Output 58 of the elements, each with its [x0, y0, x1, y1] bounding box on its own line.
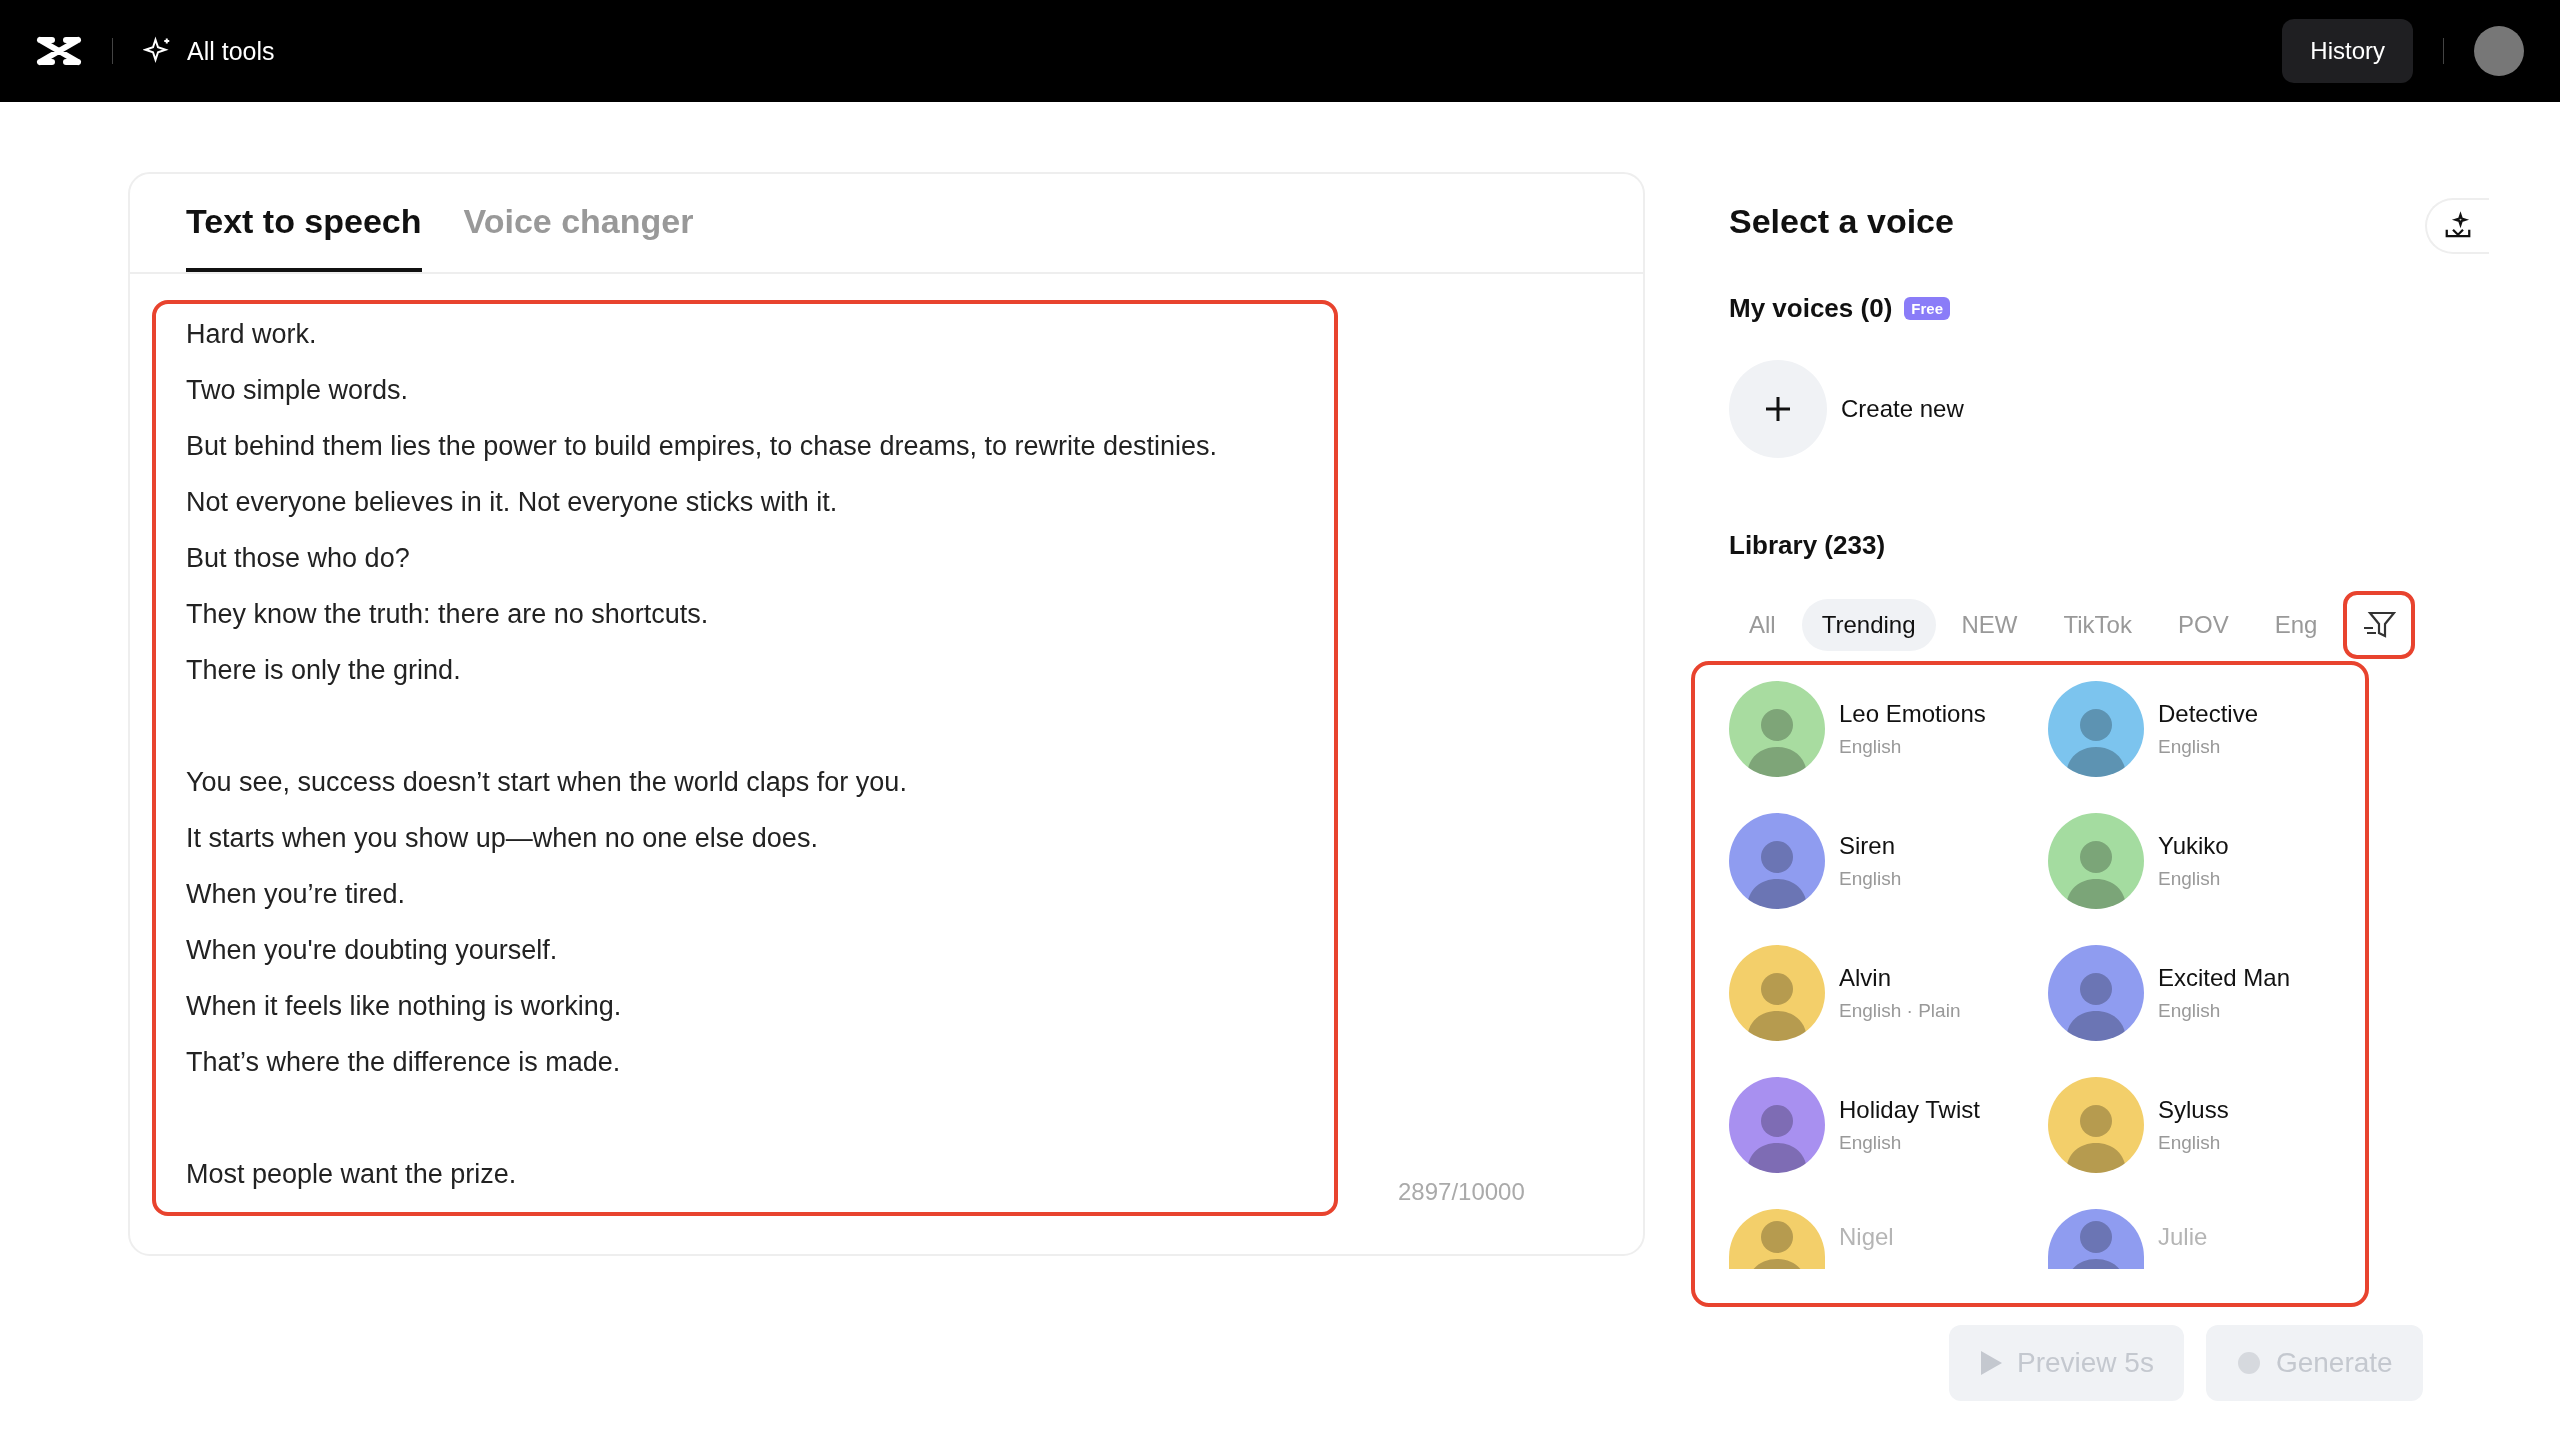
voice-language: English — [2158, 736, 2222, 758]
voice-name: Syluss — [2158, 1096, 2229, 1124]
text-line: There is only the grind. — [186, 654, 462, 687]
voice-item[interactable]: Syluss English — [2048, 1077, 2347, 1173]
text-line: Hard work. — [186, 318, 318, 351]
voice-language: English — [1839, 868, 1902, 890]
tab[interactable]: Text to speech — [186, 174, 422, 272]
text-line: It starts when you show up—when no one else does. — [186, 822, 819, 855]
text-line: When you're doubting yourself. — [186, 934, 559, 967]
voice-name: Excited Man — [2158, 964, 2291, 992]
logo-icon[interactable] — [36, 34, 82, 68]
create-new-label[interactable]: Create new — [1841, 395, 1964, 423]
text-input-area[interactable] — [152, 300, 1338, 1216]
voice-name: Alvin — [1839, 964, 1893, 992]
voice-item[interactable]: Detective English — [2048, 681, 2347, 777]
voice-language: English — [2158, 868, 2222, 890]
text-line: Not everyone believes in it. Not everyone sticks with it. — [186, 486, 839, 519]
voice-name: Holiday Twist — [1839, 1096, 1980, 1124]
panel-title: Select a voice — [1729, 202, 1955, 241]
voice-item[interactable]: Alvin English · Plain — [1729, 945, 2028, 1041]
voice-language: English — [2158, 1132, 2222, 1154]
text-line: But those who do? — [186, 542, 411, 575]
my-voices-heading: My voices (0) — [1729, 293, 1893, 324]
voice-item[interactable]: Yukiko English — [2048, 813, 2347, 909]
voice-language: English — [2158, 1000, 2222, 1022]
voice-name: Siren — [1839, 832, 1897, 860]
text-line: Two simple words. — [186, 374, 410, 407]
voice-item[interactable]: Leo Emotions English — [1729, 681, 2028, 777]
text-line: When it feels like nothing is working. — [186, 990, 623, 1023]
character-counter: 2897/10000 — [1398, 1178, 1525, 1207]
voice-name: Yukiko — [2158, 832, 2229, 860]
user-avatar[interactable] — [2474, 26, 2524, 76]
voice-name: Julie — [2158, 1223, 2208, 1251]
play-icon — [1979, 1350, 2003, 1376]
free-badge: Free — [1904, 297, 1950, 320]
upload-sparkle-button[interactable] — [2425, 198, 2489, 254]
text-line: You see, success doesn’t start when the world claps for you. — [186, 766, 908, 799]
voice-item[interactable]: Holiday Twist English — [1729, 1077, 2028, 1173]
text-line: When you’re tired. — [186, 878, 407, 911]
all-tools-link[interactable]: All tools — [143, 36, 275, 66]
voice-name: Detective — [2158, 700, 2259, 728]
voice-language: English — [1839, 1132, 1903, 1154]
text-line: That’s where the difference is made. — [186, 1046, 622, 1079]
voice-name: Nigel — [1839, 1223, 1894, 1251]
voice-language: English · Plain — [1839, 1000, 1961, 1022]
history-button[interactable]: History — [2282, 19, 2413, 83]
filter-chip[interactable]: Trending — [1801, 599, 1936, 651]
filter-icon — [2362, 610, 2397, 640]
text-line: Most people want the prize. — [186, 1158, 518, 1191]
voice-name: Leo Emotions — [1839, 700, 1986, 728]
text-line: They know the truth: there are no shortcuts. — [186, 598, 710, 631]
plus-icon — [1764, 395, 1792, 423]
voice-language: English — [1839, 736, 1903, 758]
text-line: But behind them lies the power to build empires, to chase dreams, to rewrite destinies. — [186, 430, 1219, 463]
filter-button[interactable] — [2343, 591, 2416, 659]
voice-item[interactable]: Excited Man English — [2048, 945, 2347, 1041]
library-heading: Library (233) — [1729, 530, 1887, 561]
voice-item[interactable]: Siren English — [1729, 813, 2028, 909]
